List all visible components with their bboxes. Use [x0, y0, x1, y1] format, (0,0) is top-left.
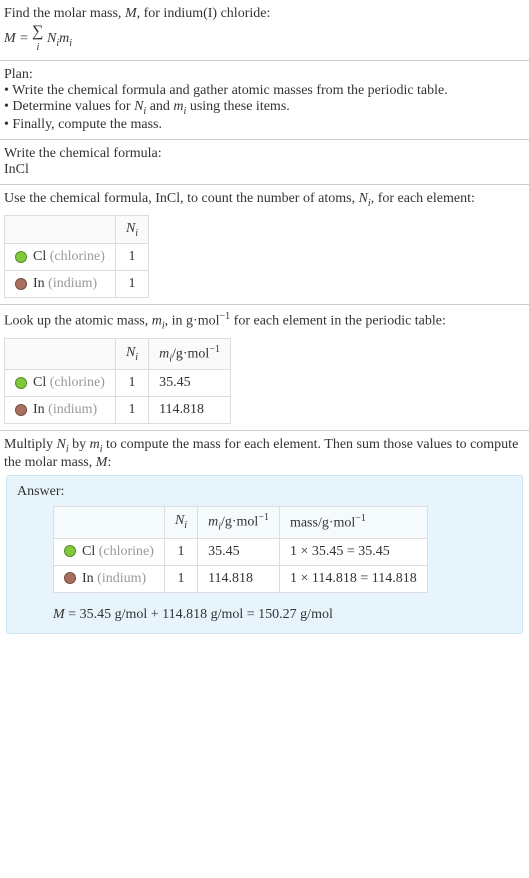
- table-header-row: Ni mi/g·mol−1: [5, 338, 231, 369]
- element-dot-icon: [15, 377, 27, 389]
- table-header-row: Ni: [5, 215, 149, 244]
- answer-table: Ni mi/g·mol−1 mass/g·mol−1 Cl (chlorine)…: [53, 506, 428, 592]
- eq-Ni: Ni: [47, 31, 59, 46]
- count-text: Use the chemical formula, InCl, to count…: [4, 191, 525, 209]
- answer-content: Ni mi/g·mol−1 mass/g·mol−1 Cl (chlorine)…: [53, 506, 512, 622]
- header-Ni: Ni: [164, 507, 197, 538]
- sigma-sub: i: [36, 42, 39, 53]
- multiply-text: Multiply Ni by mi to compute the mass fo…: [4, 437, 525, 471]
- eq-mi: mi: [59, 31, 72, 46]
- n-cell: 1: [115, 397, 148, 424]
- table-row: In (indium) 1: [5, 271, 149, 298]
- m-cell: 35.45: [198, 538, 280, 565]
- header-mass: mass/g·mol−1: [279, 507, 427, 538]
- mass-table: Ni mi/g·mol−1 Cl (chlorine) 1 35.45 In (…: [4, 338, 231, 424]
- count-table: Ni Cl (chlorine) 1 In (indium) 1: [4, 215, 149, 299]
- m-cell: 114.818: [149, 397, 231, 424]
- mass-cell: 1 × 35.45 = 35.45: [279, 538, 427, 565]
- answer-label: Answer:: [17, 484, 512, 500]
- plan-bullet-2: • Determine values for Ni and mi using t…: [4, 99, 525, 117]
- plan-bullet-3: • Finally, compute the mass.: [4, 117, 525, 133]
- molar-mass-equation: M = ∑ i Nimi: [4, 24, 525, 54]
- chemical-formula-section: Write the chemical formula: InCl: [0, 140, 529, 185]
- final-result: M = 35.45 g/mol + 114.818 g/mol = 150.27…: [53, 607, 512, 623]
- intro-line1: Find the molar mass, M, for indium(I) ch…: [4, 6, 525, 22]
- mass-text: Look up the atomic mass, mi, in g·mol−1 …: [4, 311, 525, 331]
- atomic-mass-section: Look up the atomic mass, mi, in g·mol−1 …: [0, 305, 529, 431]
- intro-section: Find the molar mass, M, for indium(I) ch…: [0, 0, 529, 61]
- element-cell: Cl (chlorine): [5, 244, 116, 271]
- element-cell: Cl (chlorine): [54, 538, 165, 565]
- header-mi: mi/g·mol−1: [149, 338, 231, 369]
- element-dot-icon: [64, 545, 76, 557]
- element-cell: In (indium): [5, 397, 116, 424]
- n-cell: 1: [115, 244, 148, 271]
- table-row: In (indium) 1 114.818: [5, 397, 231, 424]
- var-M: M: [125, 6, 137, 21]
- plan-section: Plan: • Write the chemical formula and g…: [0, 61, 529, 140]
- m-cell: 114.818: [198, 565, 280, 592]
- header-mi: mi/g·mol−1: [198, 507, 280, 538]
- element-dot-icon: [15, 404, 27, 416]
- n-cell: 1: [164, 538, 197, 565]
- element-dot-icon: [64, 572, 76, 584]
- eq-lhs: M: [4, 31, 16, 46]
- table-header-row: Ni mi/g·mol−1 mass/g·mol−1: [54, 507, 428, 538]
- header-Ni: Ni: [115, 338, 148, 369]
- header-element: [54, 507, 165, 538]
- element-cell: In (indium): [5, 271, 116, 298]
- header-element: [5, 338, 116, 369]
- answer-box: Answer: Ni mi/g·mol−1 mass/g·mol−1 Cl (c…: [6, 475, 523, 633]
- m-cell: 35.45: [149, 370, 231, 397]
- n-cell: 1: [164, 565, 197, 592]
- element-dot-icon: [15, 251, 27, 263]
- mass-cell: 1 × 114.818 = 114.818: [279, 565, 427, 592]
- n-cell: 1: [115, 271, 148, 298]
- sigma-icon: ∑: [32, 23, 43, 40]
- element-cell: In (indium): [54, 565, 165, 592]
- element-cell: Cl (chlorine): [5, 370, 116, 397]
- n-cell: 1: [115, 370, 148, 397]
- table-row: Cl (chlorine) 1 35.45 1 × 35.45 = 35.45: [54, 538, 428, 565]
- header-element: [5, 215, 116, 244]
- text: Find the molar mass,: [4, 6, 125, 21]
- formula-prompt: Write the chemical formula:: [4, 146, 525, 162]
- answer-section: Multiply Ni by mi to compute the mass fo…: [0, 431, 529, 647]
- table-row: Cl (chlorine) 1: [5, 244, 149, 271]
- header-Ni: Ni: [115, 215, 148, 244]
- chemical-formula: InCl: [4, 162, 525, 178]
- eq-eq: =: [16, 31, 32, 46]
- text: , for indium(I) chloride:: [137, 6, 271, 21]
- element-dot-icon: [15, 278, 27, 290]
- plan-header: Plan:: [4, 67, 525, 83]
- count-section: Use the chemical formula, InCl, to count…: [0, 185, 529, 306]
- table-row: Cl (chlorine) 1 35.45: [5, 370, 231, 397]
- table-row: In (indium) 1 114.818 1 × 114.818 = 114.…: [54, 565, 428, 592]
- plan-bullet-1: • Write the chemical formula and gather …: [4, 83, 525, 99]
